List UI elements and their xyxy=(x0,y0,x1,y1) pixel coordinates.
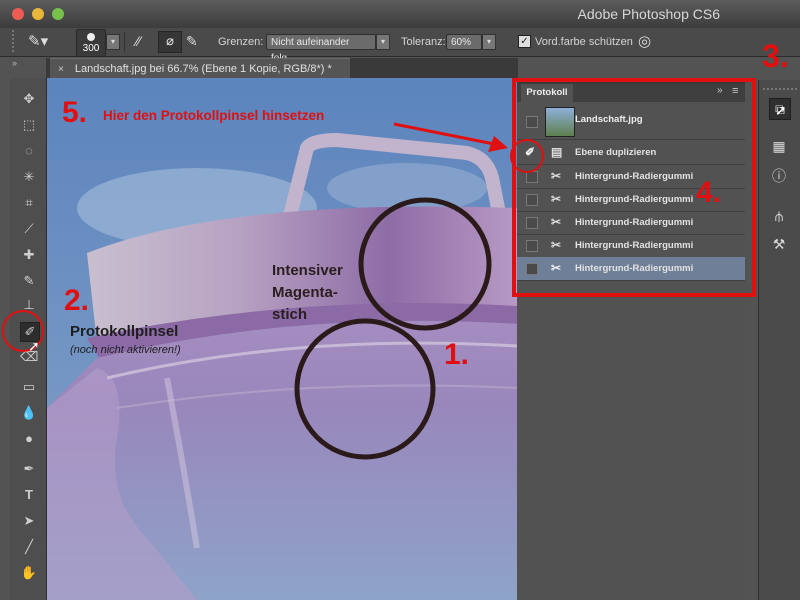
annotation-tool-name: Protokollpinsel xyxy=(70,323,179,340)
close-tab-icon[interactable]: × xyxy=(58,64,64,75)
brush-presets-icon[interactable]: ⫛ xyxy=(769,206,789,226)
annotation-magenta-line1: Intensiver xyxy=(272,262,343,279)
healing-brush-tool-icon[interactable]: ✚ xyxy=(20,246,38,264)
minimize-window-button[interactable] xyxy=(32,8,44,20)
tool-presets-icon[interactable]: ⚒ xyxy=(769,234,789,254)
annotation-magenta-text: Intensiver Magenta- stich xyxy=(272,260,343,326)
mouse-cursor-icon: ➚ xyxy=(28,338,40,354)
dodge-tool-icon[interactable]: ● xyxy=(20,430,38,448)
pen-tool-icon[interactable]: ✒ xyxy=(20,460,38,478)
hand-tool-icon[interactable]: ✋ xyxy=(20,564,38,582)
brush-size-dropdown[interactable]: ▾ xyxy=(106,34,120,50)
title-bar: Adobe Photoshop CS6 xyxy=(0,0,800,29)
annotation-tool-note: (noch nicht aktivieren!) xyxy=(70,344,181,356)
sampling-background-swatch-icon[interactable]: ✎ xyxy=(186,33,198,50)
document-tab-label: Landschaft.jpg bei 66.7% (Ebene 1 Kopie,… xyxy=(74,63,332,75)
annotation-hint-5: Hier den Protokollpinsel hinsetzen xyxy=(103,108,325,123)
history-brush-tool-preset-icon[interactable]: ✎▾ xyxy=(28,32,62,52)
toleranz-input[interactable]: 60% xyxy=(446,34,482,50)
grenzen-label: Grenzen: xyxy=(218,36,264,48)
vordfarbe-checkbox[interactable]: ✓ xyxy=(518,35,531,48)
brush-tool-icon[interactable]: ✎ xyxy=(20,272,38,290)
close-window-button[interactable] xyxy=(12,8,24,20)
annotation-arrow xyxy=(393,122,508,152)
magic-wand-tool-icon[interactable]: ✳ xyxy=(20,168,38,186)
document-tab[interactable]: × Landschaft.jpg bei 66.7% (Ebene 1 Kopi… xyxy=(50,58,350,79)
path-selection-tool-icon[interactable]: ➤ xyxy=(20,512,38,530)
annotation-number-1: 1. xyxy=(444,338,470,371)
options-bar: ✎▾ 300 ▾ ⁄⁄ ⌀ ✎ Grenzen: Nicht aufeinand… xyxy=(0,28,800,64)
marquee-tool-icon[interactable]: ⬚ xyxy=(20,116,38,134)
vordfarbe-label: Vord.farbe schützen xyxy=(535,36,633,48)
annotation-magenta-line3: stich xyxy=(272,306,308,323)
app-title: Adobe Photoshop CS6 xyxy=(577,6,720,22)
annotation-number-3: 3. xyxy=(762,38,789,74)
eyedropper-tool-icon[interactable]: ⟋ xyxy=(20,220,38,238)
lasso-tool-icon[interactable]: ◌ xyxy=(20,142,38,160)
annotation-magenta-line2: Magenta- xyxy=(272,284,338,301)
annotation-number-4: 4. xyxy=(696,176,722,209)
sampling-continuous-icon[interactable]: ⁄⁄ xyxy=(136,33,141,49)
annotation-number-2: 2. xyxy=(64,284,90,317)
info-icon[interactable]: ⓘ xyxy=(769,166,789,186)
grenzen-select[interactable]: Nicht aufeinander folg. xyxy=(266,34,376,64)
blur-tool-icon[interactable]: 💧 xyxy=(20,404,38,422)
toleranz-label: Toleranz: xyxy=(401,36,446,48)
annotation-number-5: 5. xyxy=(62,96,88,129)
source-highlight-circle xyxy=(510,139,544,173)
collapse-toolbar-icon[interactable]: » xyxy=(12,58,42,72)
toleranz-dropdown-icon[interactable]: ▾ xyxy=(482,34,496,50)
brush-size-picker[interactable]: 300 xyxy=(76,29,106,57)
crop-tool-icon[interactable]: ⌗ xyxy=(20,194,38,212)
zoom-window-button[interactable] xyxy=(52,8,64,20)
move-tool-icon[interactable]: ✥ xyxy=(20,90,38,108)
brush-size-value: 300 xyxy=(82,43,100,54)
type-tool-icon[interactable]: T xyxy=(20,486,38,504)
layers-icon[interactable]: ▦ xyxy=(769,136,789,156)
gradient-tool-icon[interactable]: ▭ xyxy=(20,378,38,396)
grenzen-dropdown-icon[interactable]: ▾ xyxy=(376,34,390,50)
tablet-pressure-icon[interactable]: ◎ xyxy=(638,32,651,50)
sampling-once-icon[interactable]: ⌀ xyxy=(158,31,182,53)
line-tool-icon[interactable]: ╱ xyxy=(20,538,38,556)
panel-dock: ⧉ ▦ ⓘ ⫛ ⚒ xyxy=(758,80,800,600)
grip-handle[interactable] xyxy=(12,30,18,52)
brush-tip-icon xyxy=(87,33,95,41)
dock-cursor-icon: ➚ xyxy=(775,102,787,118)
